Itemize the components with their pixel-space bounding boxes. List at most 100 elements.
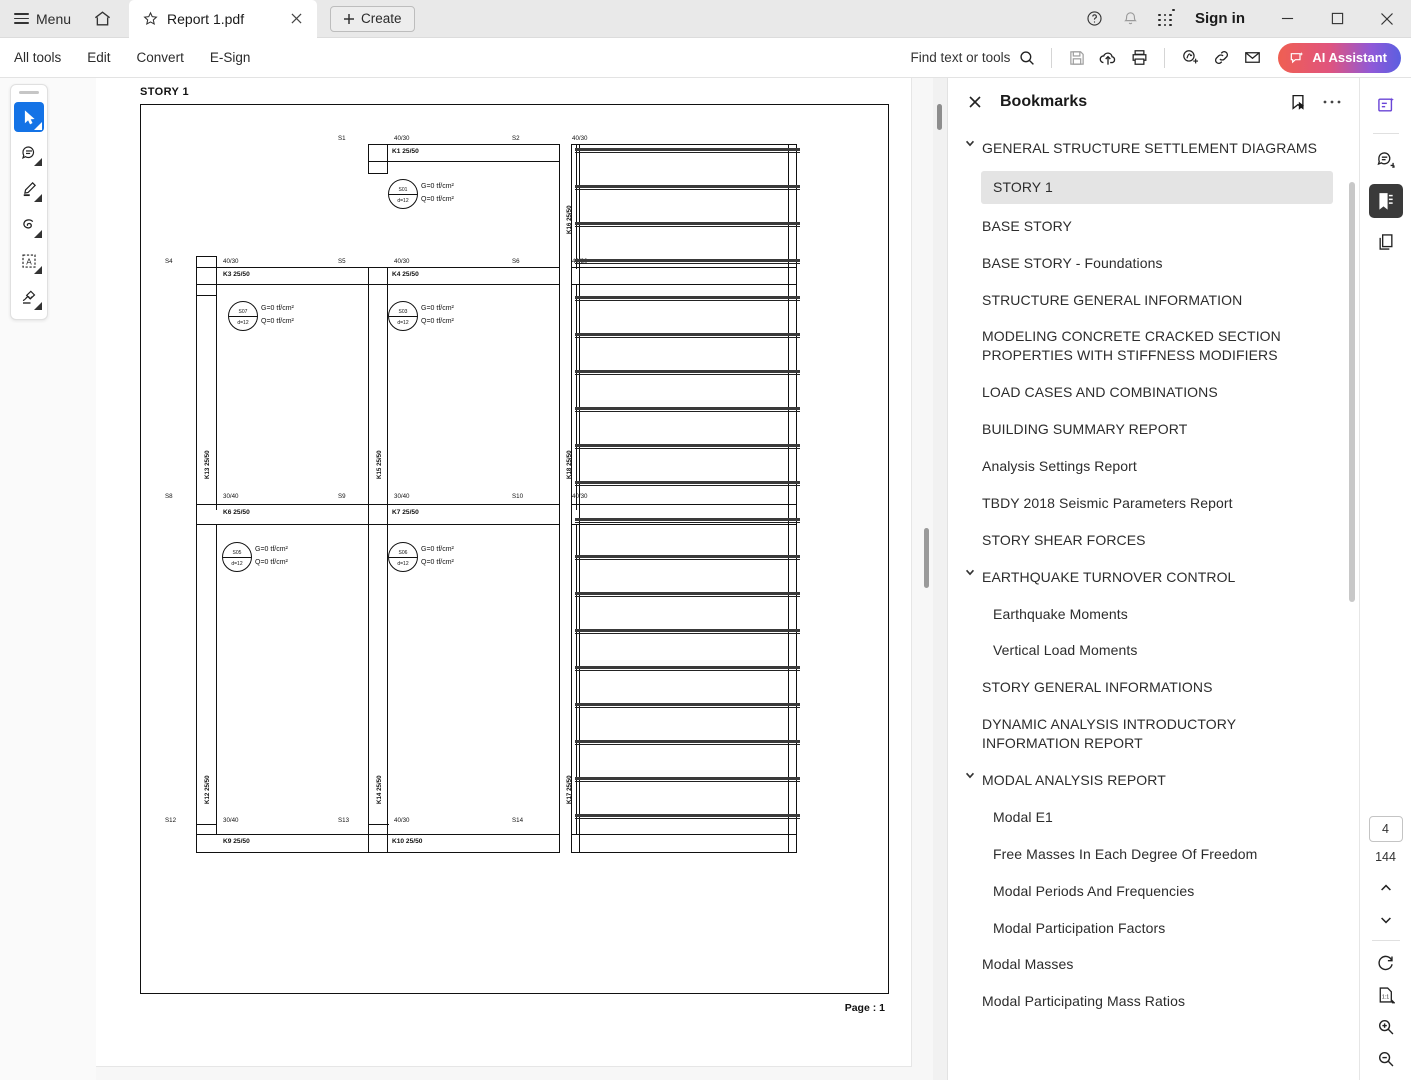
bookmark-item[interactable]: DYNAMIC ANALYSIS INTRODUCTORY INFORMATIO… xyxy=(948,706,1359,762)
bookmark-item[interactable]: GENERAL STRUCTURE SETTLEMENT DIAGRAMS xyxy=(948,130,1359,167)
tab-title: Report 1.pdf xyxy=(167,11,244,27)
bookmark-item[interactable]: STORY 1 xyxy=(948,167,1359,208)
bookmark-item[interactable]: Modal Periods And Frequencies xyxy=(948,873,1359,910)
draw-tool[interactable] xyxy=(14,210,44,240)
fit-page-button[interactable]: 1:1 xyxy=(1369,980,1403,1010)
link-icon[interactable] xyxy=(1206,43,1236,73)
chevron-down-icon[interactable] xyxy=(958,766,982,781)
comment-tool[interactable] xyxy=(14,138,44,168)
ai-assistant-button[interactable]: AI Assistant xyxy=(1278,43,1401,73)
viewer-scrollbar-thumb[interactable] xyxy=(937,104,942,130)
comments-panel-icon[interactable] xyxy=(1369,143,1403,177)
ai-assistant-panel-icon[interactable] xyxy=(1369,88,1403,122)
cloud-upload-icon[interactable] xyxy=(1093,43,1123,73)
bookmark-item[interactable]: Modal Participation Factors xyxy=(948,910,1359,947)
tab-convert[interactable]: Convert xyxy=(124,38,197,78)
document-scrollbar-thumb[interactable] xyxy=(924,528,929,588)
document-tab[interactable]: Report 1.pdf xyxy=(129,0,317,38)
document-scrollbar[interactable] xyxy=(923,78,930,1080)
beam-line xyxy=(196,834,197,852)
bookmark-item[interactable]: BASE STORY xyxy=(948,208,1359,245)
app-grid-icon[interactable] xyxy=(1149,0,1183,38)
bookmark-item[interactable]: Free Masses In Each Degree Of Freedom xyxy=(948,836,1359,873)
window-close-button[interactable] xyxy=(1363,0,1411,38)
viewer-scrollbar[interactable] xyxy=(933,78,947,1080)
document-viewport[interactable]: STORY 1 S1 S2 S4 S5 S6 S8 S9 S10 S12 S13… xyxy=(96,78,933,1080)
tab-edit[interactable]: Edit xyxy=(74,38,123,78)
home-button[interactable] xyxy=(83,0,121,38)
tab-esign[interactable]: E-Sign xyxy=(197,38,264,78)
create-button[interactable]: Create xyxy=(330,6,415,32)
bookmark-item[interactable]: Modal E1 xyxy=(948,799,1359,836)
bookmark-item[interactable]: BUILDING SUMMARY REPORT xyxy=(948,411,1359,448)
bookmark-item[interactable]: Vertical Load Moments xyxy=(948,632,1359,669)
save-icon[interactable] xyxy=(1062,43,1092,73)
rotate-button[interactable] xyxy=(1369,948,1403,978)
chevron-down-icon[interactable] xyxy=(958,563,982,578)
fill-sign-tool[interactable] xyxy=(14,282,44,312)
menu-button[interactable]: Menu xyxy=(0,0,83,38)
star-icon[interactable] xyxy=(143,11,158,26)
close-bookmarks-icon[interactable] xyxy=(964,91,986,113)
bookmark-item[interactable]: STRUCTURE GENERAL INFORMATION xyxy=(948,282,1359,319)
minimize-button[interactable] xyxy=(1263,0,1311,38)
chevron-down-icon[interactable] xyxy=(958,134,982,149)
bookmark-item[interactable]: STORY SHEAR FORCES xyxy=(948,522,1359,559)
beam-label: K1 25/50 xyxy=(392,149,419,156)
print-icon[interactable] xyxy=(1124,43,1154,73)
maximize-button[interactable] xyxy=(1313,0,1361,38)
tab-close-icon[interactable] xyxy=(285,8,307,30)
bookmark-label: Modal Masses xyxy=(982,950,1073,979)
bookmark-item[interactable]: Modal Participating Mass Ratios xyxy=(948,983,1359,1020)
bookmark-item[interactable]: BASE STORY - Foundations xyxy=(948,245,1359,282)
rib-line xyxy=(575,148,800,151)
bookmarks-panel-icon[interactable] xyxy=(1369,184,1403,218)
bookmark-item[interactable]: EARTHQUAKE TURNOVER CONTROL xyxy=(948,559,1359,596)
bookmarks-scrollbar-thumb[interactable] xyxy=(1349,182,1355,602)
select-tool[interactable] xyxy=(14,102,44,132)
bookmark-item[interactable]: TBDY 2018 Seismic Parameters Report xyxy=(948,485,1359,522)
beam-line xyxy=(196,504,560,505)
bookmark-indent xyxy=(958,249,982,252)
slab-symbol: S05 d=12 xyxy=(222,542,252,572)
tool-strip: A xyxy=(10,84,48,320)
find-tools-button[interactable]: Find text or tools xyxy=(911,50,1042,66)
bookmark-item[interactable]: Earthquake Moments xyxy=(948,596,1359,633)
sign-in-button[interactable]: Sign in xyxy=(1185,10,1261,27)
column-dim: 30/40 xyxy=(223,494,238,500)
chevron-icon xyxy=(34,194,42,202)
bookmark-indent xyxy=(958,600,982,603)
beam-label-vertical: K13 25/50 xyxy=(204,450,211,479)
bookmarks-scrollbar[interactable] xyxy=(1349,136,1355,1068)
bookmark-item[interactable]: MODELING CONCRETE CRACKED SECTION PROPER… xyxy=(948,318,1359,374)
slab-q-load: Q=0 tf/cm² xyxy=(421,318,454,325)
bookmark-indent xyxy=(958,489,982,492)
page-number-input[interactable]: 4 xyxy=(1369,816,1403,842)
rib-line-thin xyxy=(575,633,800,634)
mail-icon[interactable] xyxy=(1237,43,1267,73)
bell-icon[interactable] xyxy=(1113,0,1147,38)
slab-symbol: S03 d=12 xyxy=(388,301,418,331)
highlight-tool[interactable] xyxy=(14,174,44,204)
drag-handle[interactable] xyxy=(19,91,39,94)
add-bookmark-icon[interactable] xyxy=(1289,93,1307,111)
bookmark-item[interactable]: Modal Masses xyxy=(948,946,1359,983)
bookmark-label: BUILDING SUMMARY REPORT xyxy=(982,415,1187,444)
beam-line xyxy=(576,524,577,834)
bookmark-item[interactable]: STORY GENERAL INFORMATIONS xyxy=(948,669,1359,706)
zoom-out-button[interactable] xyxy=(1369,1044,1403,1074)
page-thumbnails-icon[interactable] xyxy=(1369,225,1403,259)
bookmark-item[interactable]: MODAL ANALYSIS REPORT xyxy=(948,762,1359,799)
help-circle-icon[interactable] xyxy=(1077,0,1111,38)
tab-all-tools[interactable]: All tools xyxy=(14,38,74,78)
more-options-icon[interactable] xyxy=(1323,99,1341,105)
next-page-button[interactable] xyxy=(1369,905,1403,935)
structural-drawing: S1 S2 S4 S5 S6 S8 S9 S10 S12 S13 S14 40/… xyxy=(140,104,889,994)
previous-page-button[interactable] xyxy=(1369,873,1403,903)
text-edit-tool[interactable]: A xyxy=(14,246,44,276)
bookmarks-list[interactable]: GENERAL STRUCTURE SETTLEMENT DIAGRAMSSTO… xyxy=(948,126,1359,1080)
add-signature-icon[interactable] xyxy=(1175,43,1205,73)
bookmark-item[interactable]: Analysis Settings Report xyxy=(948,448,1359,485)
zoom-in-button[interactable] xyxy=(1369,1012,1403,1042)
bookmark-item[interactable]: LOAD CASES AND COMBINATIONS xyxy=(948,374,1359,411)
